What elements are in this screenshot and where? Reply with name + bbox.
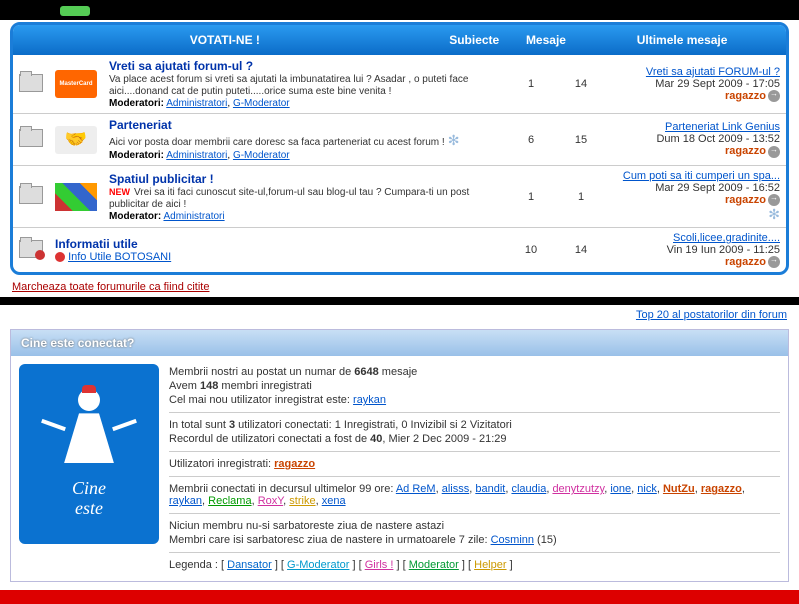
last-author: ragazzo: [725, 194, 766, 206]
who-online-header: Cine este conectat?: [11, 330, 788, 356]
last-post-link[interactable]: Parteneriat Link Genius: [665, 121, 780, 133]
goto-icon[interactable]: [768, 194, 780, 206]
last-date: Dum 18 Oct 2009 - 13:52: [656, 133, 780, 145]
recent-user-link[interactable]: strike: [289, 495, 315, 507]
forum-row: 🤝 Parteneriat Aici vor posta doar membri…: [13, 114, 786, 166]
forum-title-link[interactable]: Vreti sa ajutati forum-ul ?: [109, 59, 253, 73]
chart-icon: [55, 183, 97, 211]
subforum-link[interactable]: Info Utile BOTOSANI: [68, 251, 171, 263]
who-online-avatar: Cine este: [19, 364, 159, 544]
legend: Legenda : [ Dansator ] [ G-Moderator ] […: [169, 559, 780, 571]
handshake-icon: 🤝: [55, 126, 97, 154]
last-post-link[interactable]: Vreti sa ajutati FORUM-ul ?: [646, 66, 780, 78]
mark-all-read-link[interactable]: Marcheaza toate forumurile ca fiind citi…: [0, 277, 221, 297]
top-black-bar: [0, 0, 799, 20]
col-ultimele: Ultimele mesaje: [580, 33, 784, 47]
subj-count: 10: [506, 228, 556, 273]
goto-icon[interactable]: [768, 256, 780, 268]
folder-icon: [19, 186, 43, 204]
forum-row: Informatii utile Info Utile BOTOSANI 10 …: [13, 228, 786, 273]
forum-desc: Vrei sa iti faci cunoscut site-ul,forum-…: [109, 187, 469, 210]
col-subiecte: Subiecte: [437, 33, 512, 47]
subj-count: 6: [506, 114, 556, 166]
recent-user-link[interactable]: claudia: [511, 483, 546, 495]
who-online-section: Cine este conectat? Cine este Membrii no…: [10, 329, 789, 582]
last-post-link[interactable]: Cum poti sa iti cumperi un spa...: [623, 170, 780, 182]
recent-user-link[interactable]: ragazzo: [701, 483, 742, 495]
star-icon: ✻: [448, 132, 460, 148]
last-date: Mar 29 Sept 2009 - 16:52: [655, 182, 780, 194]
mod-link[interactable]: G-Moderator: [233, 98, 290, 109]
subj-count: 1: [506, 166, 556, 228]
col-mesaje: Mesaje: [514, 33, 578, 47]
section-header: VOTATI-NE ! Subiecte Mesaje Ultimele mes…: [13, 25, 786, 55]
folder-icon: [19, 74, 43, 92]
recent-user-link[interactable]: alisss: [442, 483, 470, 495]
recent-user-link[interactable]: Ad ReM: [396, 483, 436, 495]
last-post-link[interactable]: Scoli,licee,gradinite....: [673, 232, 780, 244]
newest-user-link[interactable]: raykan: [353, 394, 386, 406]
mod-link[interactable]: G-Moderator: [233, 150, 290, 161]
recent-user-link[interactable]: denytzutzy: [552, 483, 604, 495]
legend-moderator[interactable]: Moderator: [409, 559, 459, 571]
last-author: ragazzo: [725, 145, 766, 157]
new-badge: NEW: [109, 187, 130, 197]
forum-title-link[interactable]: Informatii utile: [55, 237, 138, 251]
goto-icon[interactable]: [768, 90, 780, 102]
recent-user-link[interactable]: NutZu: [663, 483, 695, 495]
recent-user-link[interactable]: xena: [322, 495, 346, 507]
subj-count: 1: [506, 55, 556, 114]
last-date: Vin 19 Iun 2009 - 11:25: [667, 244, 780, 256]
legend-dansator[interactable]: Dansator: [227, 559, 272, 571]
mod-link[interactable]: Administratori: [163, 211, 224, 222]
mod-link[interactable]: Administratori: [166, 150, 227, 161]
status-pill-icon: [60, 6, 90, 16]
last-author: ragazzo: [725, 256, 766, 268]
msg-count: 14: [556, 55, 606, 114]
mid-black-bar: [0, 297, 799, 305]
forum-section: VOTATI-NE ! Subiecte Mesaje Ultimele mes…: [10, 22, 789, 275]
recent-user-link[interactable]: raykan: [169, 495, 202, 507]
forum-desc: Va place acest forum si vreti sa ajutati…: [109, 74, 468, 97]
forum-desc: Aici vor posta doar membrii care doresc …: [109, 137, 445, 148]
birthday-user-link[interactable]: Cosminn: [491, 534, 534, 546]
mastercard-icon: MasterCard: [55, 70, 97, 98]
forum-title-link[interactable]: Spatiul publicitar !: [109, 172, 214, 186]
goto-icon[interactable]: [768, 146, 780, 158]
legend-gmoderator[interactable]: G-Moderator: [287, 559, 349, 571]
msg-count: 15: [556, 114, 606, 166]
mod-link[interactable]: Administratori: [166, 98, 227, 109]
col-votati[interactable]: VOTATI-NE !: [15, 33, 435, 47]
recent-user-link[interactable]: nick: [637, 483, 657, 495]
red-dot-icon: [55, 252, 65, 262]
legend-girls[interactable]: Girls !: [365, 559, 394, 571]
forum-title-link[interactable]: Parteneriat: [109, 118, 172, 132]
msg-count: 14: [556, 228, 606, 273]
recent-user-link[interactable]: Reclama: [208, 495, 251, 507]
star-icon: ✻: [612, 206, 780, 223]
last-author: ragazzo: [725, 90, 766, 102]
forum-row: MasterCard Vreti sa ajutati forum-ul ? V…: [13, 55, 786, 114]
forum-row: Spatiul publicitar ! NEWVrei sa iti faci…: [13, 166, 786, 228]
recent-user-link[interactable]: bandit: [475, 483, 505, 495]
who-online-stats: Membrii nostri au postat un numar de 664…: [161, 356, 788, 581]
birthday-today: Niciun membru nu-si sarbatoreste ziua de…: [169, 520, 780, 532]
legend-helper[interactable]: Helper: [474, 559, 506, 571]
last-date: Mar 29 Sept 2009 - 17:05: [655, 78, 780, 90]
top-posters-links: Top 20 al postatorilor din forum: [0, 305, 799, 325]
forum-table: MasterCard Vreti sa ajutati forum-ul ? V…: [13, 55, 786, 272]
top-posters-link[interactable]: Top 20 al postatorilor din forum: [636, 309, 787, 321]
recent-user-link[interactable]: RoxY: [258, 495, 283, 507]
user-link[interactable]: ragazzo: [274, 458, 315, 470]
recent-user-link[interactable]: ione: [610, 483, 631, 495]
folder-lock-icon: [19, 240, 43, 258]
folder-icon: [19, 129, 43, 147]
msg-count: 1: [556, 166, 606, 228]
bottom-red-bar: [0, 590, 799, 604]
